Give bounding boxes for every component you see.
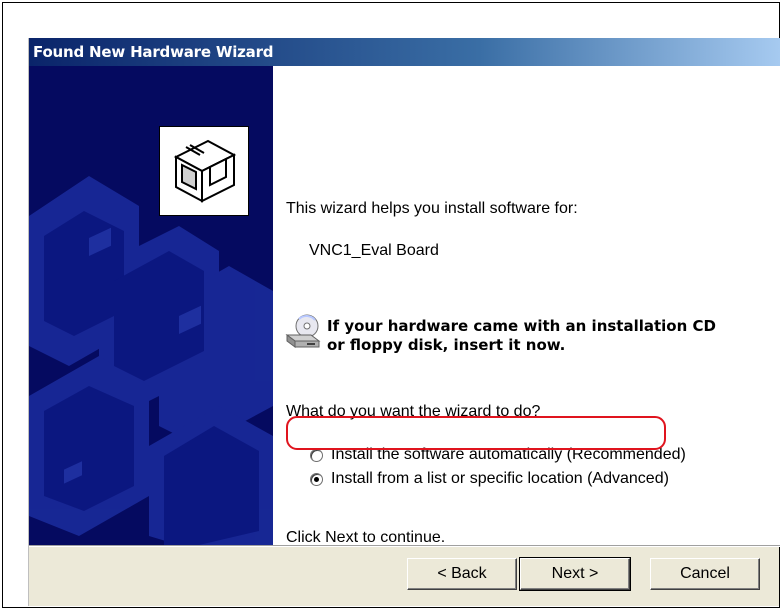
cd-drive-icon (285, 313, 321, 351)
back-button[interactable]: < Back (407, 558, 517, 590)
wizard-content: This wizard helps you install software f… (273, 66, 780, 546)
title-bar[interactable]: Found New Hardware Wizard (29, 38, 780, 66)
cd-notice: If your hardware came with an installati… (327, 317, 716, 355)
wizard-window: Found New Hardware Wizard This wizard he… (28, 38, 780, 606)
radio-advanced[interactable] (310, 473, 323, 486)
hardware-icon (159, 126, 249, 216)
cancel-button[interactable]: Cancel (650, 558, 760, 590)
option-advanced-label[interactable]: Install from a list or specific location… (331, 470, 669, 488)
side-banner (29, 66, 273, 545)
cd-notice-line-2: or floppy disk, insert it now. (327, 336, 566, 354)
window-title: Found New Hardware Wizard (33, 43, 274, 61)
cd-notice-line-1: If your hardware came with an installati… (327, 317, 716, 335)
intro-text: This wizard helps you install software f… (286, 200, 578, 217)
device-name: VNC1_Eval Board (309, 242, 439, 259)
highlight-annotation (286, 416, 666, 450)
radio-automatic[interactable] (310, 449, 323, 462)
next-button[interactable]: Next > (519, 557, 631, 591)
button-separator (29, 545, 780, 547)
